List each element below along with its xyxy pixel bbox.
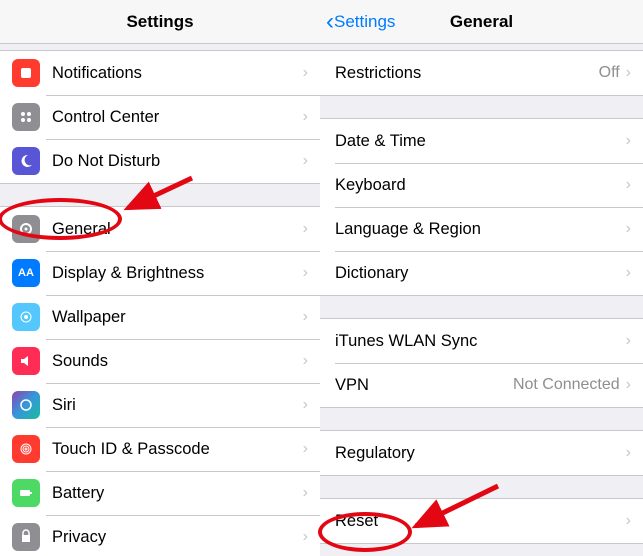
chevron-right-icon: › bbox=[626, 512, 631, 530]
row-sounds[interactable]: Sounds › bbox=[0, 339, 320, 383]
settings-group-1: Notifications › Control Center › Do Not … bbox=[0, 50, 320, 184]
row-siri[interactable]: Siri › bbox=[0, 383, 320, 427]
general-pane: ‹ Settings General Restrictions Off › Da… bbox=[320, 0, 643, 556]
chevron-right-icon: › bbox=[626, 64, 631, 82]
chevron-right-icon: › bbox=[303, 220, 308, 238]
chevron-right-icon: › bbox=[626, 220, 631, 238]
row-label: VPN bbox=[335, 376, 513, 395]
row-vpn[interactable]: VPN Not Connected › bbox=[320, 363, 643, 407]
battery-icon bbox=[12, 479, 40, 507]
row-keyboard[interactable]: Keyboard › bbox=[320, 163, 643, 207]
back-label: Settings bbox=[334, 12, 395, 32]
settings-group-2: General › AA Display & Brightness › Wall… bbox=[0, 206, 320, 556]
row-label: Display & Brightness bbox=[52, 264, 303, 283]
settings-pane: Settings Notifications › Control Center … bbox=[0, 0, 320, 556]
row-privacy[interactable]: Privacy › bbox=[0, 515, 320, 556]
row-label: General bbox=[52, 220, 303, 239]
chevron-right-icon: › bbox=[303, 64, 308, 82]
general-group-sync: iTunes WLAN Sync › VPN Not Connected › bbox=[320, 318, 643, 408]
row-dictionary[interactable]: Dictionary › bbox=[320, 251, 643, 295]
chevron-right-icon: › bbox=[626, 332, 631, 350]
back-button[interactable]: ‹ Settings bbox=[326, 10, 395, 34]
row-itunes-wlan-sync[interactable]: iTunes WLAN Sync › bbox=[320, 319, 643, 363]
general-group-restrictions: Restrictions Off › bbox=[320, 50, 643, 96]
row-regulatory[interactable]: Regulatory › bbox=[320, 431, 643, 475]
notifications-icon bbox=[12, 59, 40, 87]
row-label: Wallpaper bbox=[52, 308, 303, 327]
chevron-right-icon: › bbox=[303, 264, 308, 282]
display-brightness-icon: AA bbox=[12, 259, 40, 287]
touchid-icon bbox=[12, 435, 40, 463]
row-value: Not Connected bbox=[513, 376, 620, 394]
chevron-right-icon: › bbox=[303, 396, 308, 414]
chevron-right-icon: › bbox=[626, 444, 631, 462]
row-do-not-disturb[interactable]: Do Not Disturb › bbox=[0, 139, 320, 183]
row-general[interactable]: General › bbox=[0, 207, 320, 251]
general-group-locale: Date & Time › Keyboard › Language & Regi… bbox=[320, 118, 643, 296]
siri-icon bbox=[12, 391, 40, 419]
general-group-reset: Reset › bbox=[320, 498, 643, 544]
chevron-right-icon: › bbox=[303, 352, 308, 370]
general-icon bbox=[12, 215, 40, 243]
row-label: Date & Time bbox=[335, 132, 626, 151]
row-battery[interactable]: Battery › bbox=[0, 471, 320, 515]
chevron-right-icon: › bbox=[303, 484, 308, 502]
row-language-region[interactable]: Language & Region › bbox=[320, 207, 643, 251]
row-control-center[interactable]: Control Center › bbox=[0, 95, 320, 139]
row-label: Siri bbox=[52, 396, 303, 415]
chevron-right-icon: › bbox=[626, 376, 631, 394]
settings-header: Settings bbox=[0, 0, 320, 44]
row-label: Reset bbox=[335, 512, 626, 531]
row-label: Control Center bbox=[52, 108, 303, 127]
row-date-time[interactable]: Date & Time › bbox=[320, 119, 643, 163]
row-label: Language & Region bbox=[335, 220, 626, 239]
row-notifications[interactable]: Notifications › bbox=[0, 51, 320, 95]
row-label: Keyboard bbox=[335, 176, 626, 195]
chevron-right-icon: › bbox=[303, 308, 308, 326]
row-restrictions[interactable]: Restrictions Off › bbox=[320, 51, 643, 95]
row-label: Restrictions bbox=[335, 64, 599, 83]
chevron-right-icon: › bbox=[626, 264, 631, 282]
wallpaper-icon bbox=[12, 303, 40, 331]
chevron-right-icon: › bbox=[303, 108, 308, 126]
row-touchid-passcode[interactable]: Touch ID & Passcode › bbox=[0, 427, 320, 471]
row-value: Off bbox=[599, 64, 620, 82]
chevron-left-icon: ‹ bbox=[326, 10, 334, 34]
chevron-right-icon: › bbox=[303, 440, 308, 458]
row-label: Privacy bbox=[52, 528, 303, 547]
row-label: Do Not Disturb bbox=[52, 152, 303, 171]
do-not-disturb-icon bbox=[12, 147, 40, 175]
row-reset[interactable]: Reset › bbox=[320, 499, 643, 543]
row-wallpaper[interactable]: Wallpaper › bbox=[0, 295, 320, 339]
page-title: General bbox=[450, 12, 513, 32]
row-label: Battery bbox=[52, 484, 303, 503]
sounds-icon bbox=[12, 347, 40, 375]
page-title: Settings bbox=[126, 12, 193, 32]
chevron-right-icon: › bbox=[303, 152, 308, 170]
row-label: Touch ID & Passcode bbox=[52, 440, 303, 459]
chevron-right-icon: › bbox=[303, 528, 308, 546]
row-label: Dictionary bbox=[335, 264, 626, 283]
row-label: Notifications bbox=[52, 64, 303, 83]
row-label: Sounds bbox=[52, 352, 303, 371]
privacy-icon bbox=[12, 523, 40, 551]
chevron-right-icon: › bbox=[626, 132, 631, 150]
chevron-right-icon: › bbox=[626, 176, 631, 194]
row-label: iTunes WLAN Sync bbox=[335, 332, 626, 351]
row-label: Regulatory bbox=[335, 444, 626, 463]
general-group-regulatory: Regulatory › bbox=[320, 430, 643, 476]
general-header: ‹ Settings General bbox=[320, 0, 643, 44]
control-center-icon bbox=[12, 103, 40, 131]
row-display-brightness[interactable]: AA Display & Brightness › bbox=[0, 251, 320, 295]
